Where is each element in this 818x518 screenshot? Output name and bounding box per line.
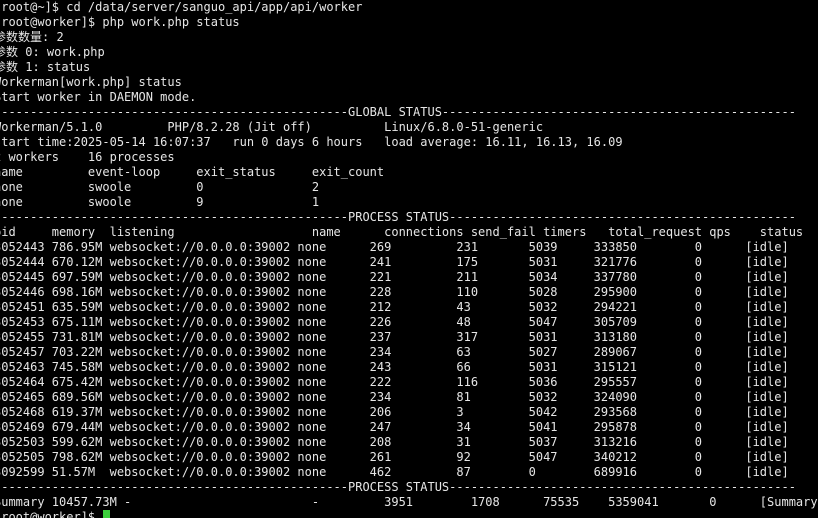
process-table-row: 3052464 675.42M websocket://0.0.0.0:3900… (0, 375, 789, 389)
command-line-php-status: [root@worker]$ php work.php status (0, 15, 240, 29)
process-table-row: 3052503 599.62M websocket://0.0.0.0:3900… (0, 435, 789, 449)
output-line-arg-1: 参数 1: status (0, 60, 91, 74)
process-table-row: 3052455 731.81M websocket://0.0.0.0:3900… (0, 330, 789, 344)
process-table-row: 3052451 635.59M websocket://0.0.0.0:3900… (0, 300, 789, 314)
command-line-cd: [root@~]$ cd /data/server/sanguo_api/app… (0, 0, 363, 14)
process-table-row: 3092599 51.57M websocket://0.0.0.0:39002… (0, 465, 789, 479)
global-status-divider: ----------------------------------------… (0, 105, 796, 119)
terminal-cursor (103, 510, 111, 518)
worker-table-row: none swoole 0 2 (0, 180, 320, 194)
process-status-divider: ----------------------------------------… (0, 210, 796, 224)
worker-table-header: name event-loop exit_status exit_count (0, 165, 385, 179)
process-table-row: 3052446 698.16M websocket://0.0.0.0:3900… (0, 285, 789, 299)
process-table-row: 3052465 689.56M websocket://0.0.0.0:3900… (0, 390, 789, 404)
process-table-header: pid memory listening name connections se… (0, 225, 804, 239)
process-table-row: 3052463 745.58M websocket://0.0.0.0:3900… (0, 360, 789, 374)
process-table-row: 3052468 619.37M websocket://0.0.0.0:3900… (0, 405, 789, 419)
global-status-versions: Workerman/5.1.0 PHP/8.2.28 (Jit off) Lin… (0, 120, 544, 134)
output-line-arg-count: 参数数量: 2 (0, 30, 64, 44)
output-line-workerman-status: Workerman[work.php] status (0, 75, 182, 89)
terminal-window[interactable]: [root@~]$ cd /data/server/sanguo_api/app… (0, 0, 818, 518)
process-table-row: 3052457 703.22M websocket://0.0.0.0:3900… (0, 345, 789, 359)
process-table-row: 3052443 786.95M websocket://0.0.0.0:3900… (0, 240, 789, 254)
process-table-row: 3052453 675.11M websocket://0.0.0.0:3900… (0, 315, 789, 329)
prompt-line[interactable]: [root@worker]$ (0, 510, 111, 518)
worker-table-row: none swoole 9 1 (0, 195, 320, 209)
global-status-start-time: start time:2025-05-14 16:07:37 run 0 day… (0, 135, 623, 149)
output-line-daemon-mode: Start worker in DAEMON mode. (0, 90, 197, 104)
output-line-arg-0: 参数 0: work.php (0, 45, 105, 59)
prompt-text: [root@worker]$ (0, 510, 103, 518)
process-table-row: 3052444 670.12M websocket://0.0.0.0:3900… (0, 255, 789, 269)
global-status-workers: 2 workers 16 processes (0, 150, 175, 164)
process-table-row: 3052469 679.44M websocket://0.0.0.0:3900… (0, 420, 789, 434)
process-table-row: 3052445 697.59M websocket://0.0.0.0:3900… (0, 270, 789, 284)
process-summary-row: Summary 10457.73M - - 3951 1708 75535 53… (0, 495, 818, 509)
process-status-footer-divider: ----------------------------------------… (0, 480, 796, 494)
process-table-row: 3052505 798.62M websocket://0.0.0.0:3900… (0, 450, 789, 464)
